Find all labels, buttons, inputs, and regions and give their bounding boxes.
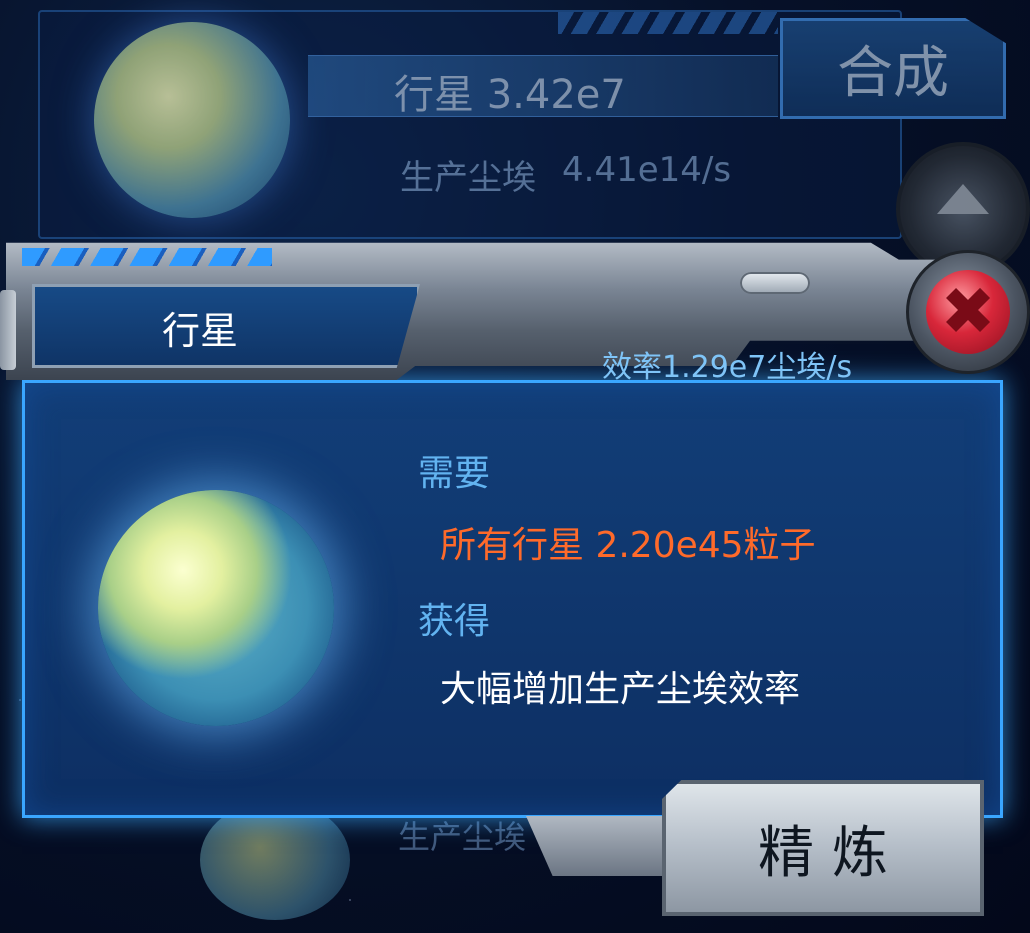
background-planet-card: 行星 3.42e7 生产尘埃 4.41e14/s 合成 (38, 0, 1030, 276)
dialog-title: 行星 (162, 309, 239, 353)
refine-button-label: 精炼 (758, 820, 906, 886)
requirement-label: 需要 (418, 453, 491, 494)
planet-dialog: 行星 效率1.29e7尘埃/s ✖ 需要 所有行星 2.20e45粒子 获得 大… (0, 240, 1030, 933)
close-button[interactable]: ✖ (906, 250, 1030, 374)
requirement-value: 所有行星 2.20e45粒子 (440, 525, 816, 566)
background-card-title: 行星 3.42e7 (394, 72, 626, 118)
efficiency-text: 效率1.29e7尘埃/s (602, 350, 853, 385)
side-knob (0, 290, 16, 370)
background-production-label: 生产尘埃 (400, 158, 536, 198)
reward-value: 大幅增加生产尘埃效率 (440, 669, 801, 710)
background-stripes (558, 12, 778, 34)
close-icon: ✖ (926, 270, 1010, 354)
header-stripes (22, 248, 272, 266)
background-production-value: 4.41e14/s (562, 150, 732, 190)
up-arrow-icon (937, 184, 989, 214)
planet-icon (98, 490, 334, 726)
reward-label: 获得 (418, 601, 491, 642)
refine-button[interactable]: 精炼 (662, 780, 984, 916)
synthesize-button[interactable]: 合成 (780, 18, 1006, 119)
header-bolts (740, 272, 810, 294)
background-planet-icon (94, 22, 290, 218)
